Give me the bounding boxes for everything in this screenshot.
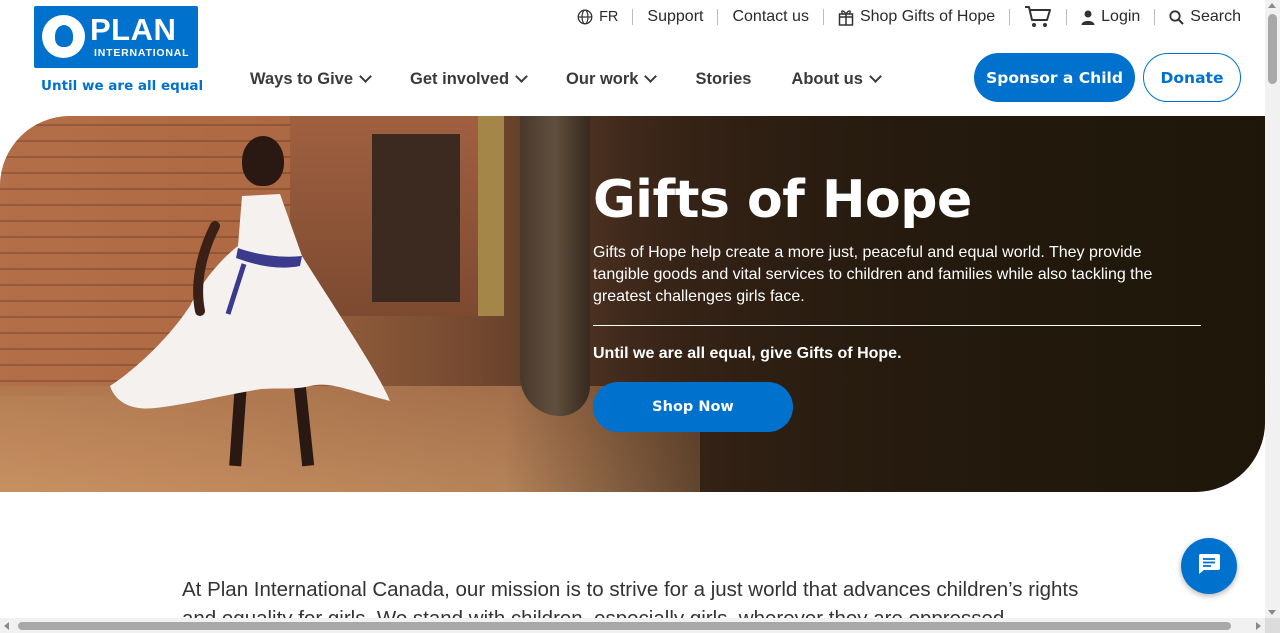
scrollbar-corner (1265, 618, 1280, 633)
search-icon (1169, 9, 1185, 25)
language-toggle[interactable]: FR (563, 9, 632, 25)
logo-word: PLAN (90, 12, 177, 47)
vertical-scroll-thumb[interactable] (1268, 14, 1277, 84)
cart-icon (1024, 5, 1052, 29)
scroll-right-arrow-icon[interactable] (1256, 622, 1261, 630)
logo-mark: PLAN INTERNATIONAL (34, 6, 198, 68)
chat-icon (1197, 553, 1221, 580)
shop-gifts-link[interactable]: Shop Gifts of Hope (824, 8, 1009, 26)
chat-button[interactable] (1181, 538, 1237, 594)
shop-now-button[interactable]: Shop Now (593, 382, 793, 432)
hero-tagline: Until we are all equal, give Gifts of Ho… (593, 345, 902, 362)
login-label: Login (1101, 8, 1141, 25)
language-label: FR (599, 9, 619, 25)
logo-tagline: Until we are all equal (41, 78, 204, 94)
chevron-down-icon (869, 70, 882, 83)
hero-banner: Gifts of Hope Gifts of Hope help create … (0, 116, 1265, 492)
scroll-down-arrow-icon[interactable] (1268, 610, 1276, 615)
nav-item-get-involved[interactable]: Get involved (410, 66, 528, 92)
nav-item-our-work[interactable]: Our work (566, 66, 658, 92)
chevron-down-icon (359, 70, 372, 83)
nav-label: Stories (695, 69, 752, 88)
nav-label: About us (791, 69, 863, 88)
nav-label: Ways to Give (250, 69, 354, 88)
globe-icon (577, 9, 593, 25)
utility-nav: FR Support Contact us Shop Gifts of Hope… (563, 4, 1241, 30)
hero-content: Gifts of Hope Gifts of Hope help create … (593, 170, 1203, 432)
sponsor-child-button[interactable]: Sponsor a Child (974, 53, 1135, 102)
nav-label: Our work (566, 69, 639, 88)
hero-description: Gifts of Hope help create a more just, p… (593, 244, 1153, 305)
hero-divider (593, 325, 1201, 326)
cart-button[interactable] (1010, 5, 1066, 29)
donate-button[interactable]: Donate (1143, 53, 1241, 102)
gift-icon (838, 8, 854, 26)
chevron-down-icon (644, 70, 658, 83)
nav-item-stories[interactable]: Stories (695, 66, 751, 92)
hero-title: Gifts of Hope (593, 170, 972, 230)
site-logo[interactable]: PLAN INTERNATIONAL Until we are all equa… (34, 6, 204, 94)
hero-photo-girl-dress (110, 194, 390, 409)
user-icon (1081, 10, 1095, 25)
login-link[interactable]: Login (1067, 8, 1154, 26)
search-label: Search (1190, 8, 1241, 25)
hero-photo-girl-head (242, 136, 284, 186)
support-link[interactable]: Support (633, 8, 717, 26)
hero-photo-pillar (478, 116, 504, 316)
scroll-up-arrow-icon[interactable] (1268, 3, 1276, 8)
horizontal-scroll-thumb[interactable] (18, 622, 1231, 630)
search-button[interactable]: Search (1155, 8, 1241, 26)
shop-gifts-label: Shop Gifts of Hope (859, 8, 996, 25)
nav-label: Get involved (410, 69, 510, 88)
horizontal-scrollbar[interactable] (0, 618, 1265, 633)
nav-item-about-us[interactable]: About us (791, 66, 882, 92)
globe-logo-icon (42, 15, 85, 58)
logo-subword: INTERNATIONAL (94, 47, 190, 59)
contact-link[interactable]: Contact us (718, 8, 822, 26)
nav-item-ways-to-give[interactable]: Ways to Give (250, 66, 372, 92)
chevron-down-icon (515, 70, 528, 83)
main-nav: Ways to Give Get involved Our work Stori… (250, 66, 920, 92)
vertical-scrollbar[interactable] (1265, 0, 1280, 618)
scroll-left-arrow-icon[interactable] (4, 622, 9, 630)
